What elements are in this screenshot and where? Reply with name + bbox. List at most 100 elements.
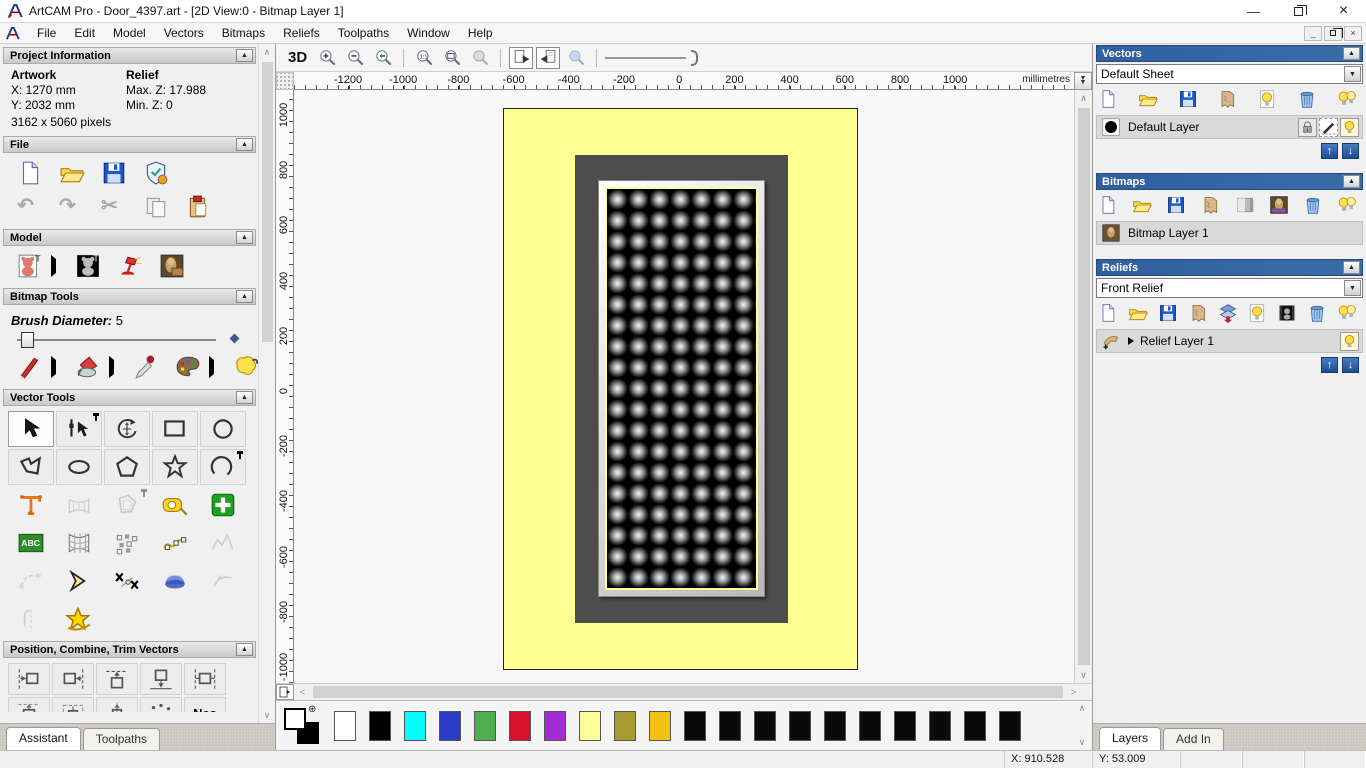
colour-swatch-8[interactable] [614,711,636,741]
wrap-text-tool[interactable] [56,487,102,523]
colour-swatch-19[interactable] [999,711,1021,741]
transform-vectors-tool[interactable] [104,411,150,447]
colour-swatch-13[interactable] [789,711,811,741]
paste-along-curve-tool[interactable] [152,525,198,561]
calculate-relief-icon[interactable]: T [17,253,43,279]
collapse-icon[interactable]: ▲ [1343,175,1360,188]
colour-swatch-4[interactable] [474,711,496,741]
expand-icon[interactable] [1128,337,1134,345]
measure-tool-tool[interactable] [152,487,198,523]
save-icon[interactable] [1166,195,1186,215]
colour-swatch-6[interactable] [544,711,566,741]
colour-swatch-12[interactable] [754,711,776,741]
align-centre-dash-tool[interactable] [96,697,138,712]
fit-vectors-tool[interactable] [200,525,246,561]
mdi-minimize-button[interactable]: _ [1304,26,1322,41]
zoom-out-icon[interactable] [343,47,367,69]
open-folder-icon[interactable] [1138,89,1158,109]
bulb-page-icon[interactable] [1257,89,1277,109]
vector-doctor-tool[interactable] [200,563,246,599]
colour-picker-icon[interactable] [133,354,159,380]
relief-preview-icon[interactable]: T [75,253,101,279]
mdi-close-button[interactable]: × [1344,26,1362,41]
film-icon[interactable] [1277,303,1297,323]
lighting-icon[interactable] [117,253,143,279]
minimize-button[interactable]: — [1231,0,1276,22]
create-rectangle-tool[interactable] [152,411,198,447]
mona-small-icon[interactable] [1269,195,1289,215]
tab-toolpaths[interactable]: Toolpaths [83,728,160,750]
crumple-icon[interactable] [1188,303,1208,323]
collapse-icon[interactable]: ▲ [1343,47,1360,60]
create-text-tool[interactable] [8,487,54,523]
collapse-icon[interactable]: ▲ [236,231,253,244]
save-icon[interactable] [1158,303,1178,323]
create-star-tool[interactable] [152,449,198,485]
copy-icon[interactable] [143,194,169,220]
colour-swatch-3[interactable] [439,711,461,741]
align-bottom-tool[interactable] [140,663,182,695]
view-3d-button[interactable]: 3D [284,49,311,66]
scrollbar-thumb[interactable] [313,686,1063,698]
flood-fill-icon[interactable] [75,354,101,380]
menu-item-help[interactable]: Help [459,24,502,42]
create-polyline-tool[interactable] [8,449,54,485]
colour-swatch-7[interactable] [579,711,601,741]
visibility-bulb-icon[interactable] [1340,332,1359,351]
bulbs-icon[interactable] [1337,303,1357,323]
bulbs-icon[interactable] [1337,89,1357,109]
tab-add-in[interactable]: Add In [1163,728,1224,750]
open-folder-icon[interactable] [1132,195,1152,215]
quilted-relief-pattern[interactable] [607,189,756,588]
zoom-fit-icon[interactable] [440,47,464,69]
collapse-icon[interactable]: ▲ [236,290,253,303]
horizontal-scrollbar[interactable]: < > [276,683,1092,700]
colour-swatch-11[interactable] [719,711,741,741]
new-page-icon[interactable] [1098,303,1118,323]
menu-item-file[interactable]: File [28,24,65,42]
create-polygon-tool[interactable] [104,449,150,485]
shaded-view-icon[interactable] [564,47,588,69]
fit-arcs-tool[interactable] [8,563,54,599]
new-page-icon[interactable] [17,160,43,186]
brush-diameter-slider[interactable] [9,330,246,350]
create-ellipse-tool[interactable] [56,449,102,485]
ruler-unit-dropdown[interactable]: ▼▼ [1074,72,1092,90]
primary-colour-swatch[interactable] [284,708,306,730]
restore-button[interactable] [1276,0,1321,22]
palette-scrollbar[interactable]: ∧ ∨ [1074,703,1090,748]
menu-item-model[interactable]: Model [104,24,155,42]
node-editing-tool[interactable] [56,411,102,447]
zoom-previous-icon[interactable] [371,47,395,69]
relief-select[interactable]: Front Relief ▼ [1096,278,1363,298]
scroll-up-icon[interactable]: ∧ [1075,90,1092,106]
layer-colour-icon[interactable] [1102,118,1120,136]
move-layer-up-button[interactable]: ↑ [1321,143,1338,159]
mirror-vectors-tool[interactable] [8,601,54,637]
zoom-in-icon[interactable] [315,47,339,69]
envelope-distort-tool[interactable] [56,525,102,561]
align-centre-box-tool[interactable] [52,697,94,712]
collapse-icon[interactable]: ▲ [236,391,253,404]
tab-layers[interactable]: Layers [1099,727,1161,750]
load-bitmap-icon[interactable] [159,253,185,279]
gradient-sq-icon[interactable] [1235,195,1255,215]
redo-icon[interactable]: ↷ [59,194,85,220]
colour-swatch-16[interactable] [894,711,916,741]
options-shield-icon[interactable] [143,160,169,186]
align-left-tool[interactable] [8,663,50,695]
tab-assistant[interactable]: Assistant [6,727,81,750]
sponge-icon[interactable] [233,354,258,380]
trim-vectors-tool[interactable] [104,563,150,599]
scroll-right-icon[interactable]: > [1065,684,1082,700]
chevron-down-icon[interactable]: ▼ [1344,66,1361,82]
slider-thumb-icon[interactable] [21,332,34,348]
paste-icon[interactable] [185,194,211,220]
colour-swatch-17[interactable] [929,711,951,741]
move-layer-up-button[interactable]: ↑ [1321,357,1338,373]
link-colours-icon[interactable]: ⊕ [308,704,316,715]
wrapped-star-tool[interactable] [56,601,102,637]
colour-swatch-18[interactable] [964,711,986,741]
open-folder-icon[interactable] [59,160,85,186]
page-flip-icon[interactable] [276,684,294,700]
